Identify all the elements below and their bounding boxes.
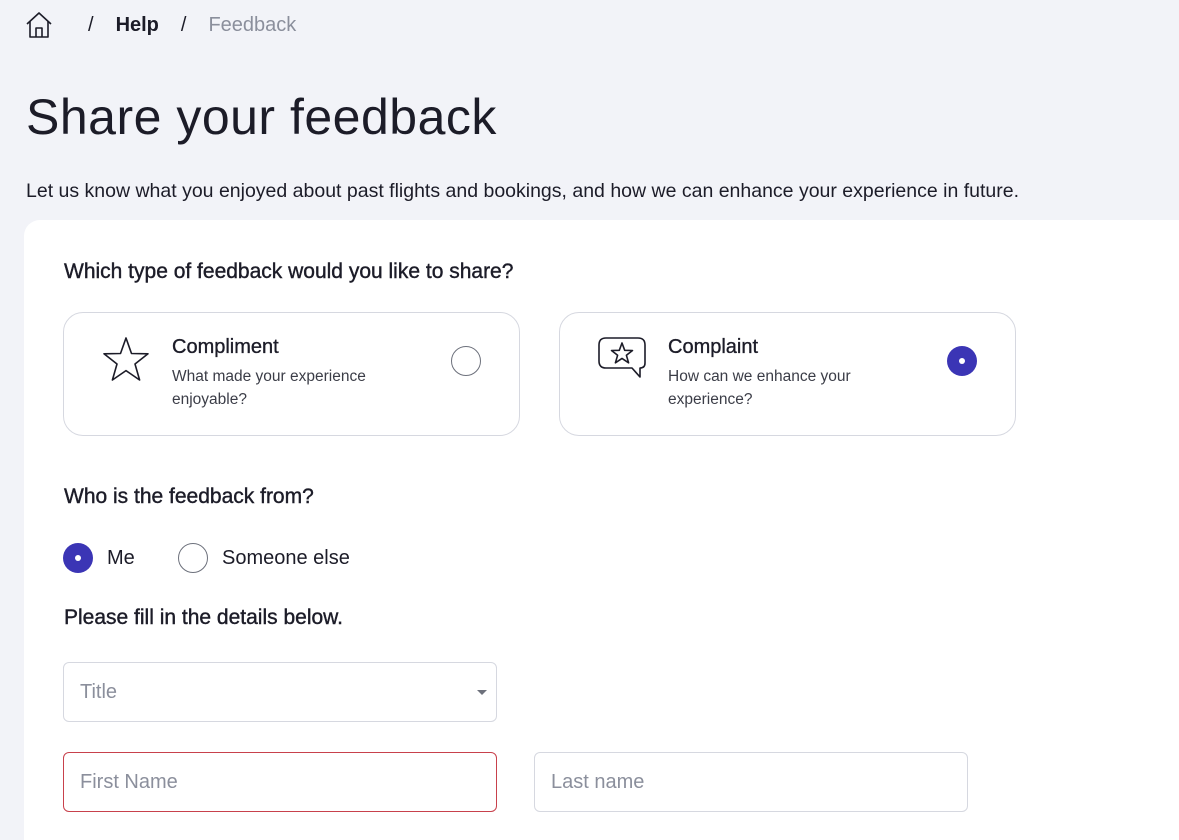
complaint-title: Complaint xyxy=(668,336,759,358)
first-name-field-wrapper xyxy=(63,752,497,812)
breadcrumb-help-link[interactable]: Help xyxy=(116,14,159,37)
page-intro: Let us know what you enjoyed about past … xyxy=(26,180,1019,202)
compliment-option-card[interactable]: Compliment What made your experience enj… xyxy=(63,312,520,436)
from-someone-else-radio[interactable] xyxy=(178,543,208,573)
from-someone-else-option[interactable]: Someone else xyxy=(178,542,350,574)
feedback-from-heading: Who is the feedback from? xyxy=(64,485,314,508)
last-name-input[interactable] xyxy=(535,753,967,811)
from-me-option[interactable]: Me xyxy=(63,542,135,574)
star-icon xyxy=(100,335,152,385)
speech-bubble-star-icon xyxy=(596,335,648,385)
breadcrumb: / Help / Feedback xyxy=(24,8,296,42)
from-me-radio[interactable] xyxy=(63,543,93,573)
complaint-option-card[interactable]: Complaint How can we enhance your experi… xyxy=(559,312,1016,436)
breadcrumb-current: Feedback xyxy=(208,13,297,36)
from-someone-else-label: Someone else xyxy=(222,546,350,569)
feedback-form-panel: Which type of feedback would you like to… xyxy=(24,220,1179,840)
complaint-radio[interactable] xyxy=(947,346,977,376)
title-select-placeholder: Title xyxy=(80,681,118,703)
title-select[interactable]: Title xyxy=(63,662,497,722)
breadcrumb-separator: / xyxy=(180,13,187,36)
feedback-type-heading: Which type of feedback would you like to… xyxy=(64,260,514,283)
home-icon[interactable] xyxy=(24,8,54,42)
caret-down-icon xyxy=(477,690,487,695)
complaint-description: How can we enhance your experience? xyxy=(668,368,851,408)
first-name-input[interactable] xyxy=(64,753,496,811)
from-me-label: Me xyxy=(107,546,135,569)
compliment-radio[interactable] xyxy=(451,346,481,376)
compliment-description: What made your experience enjoyable? xyxy=(172,368,366,408)
breadcrumb-separator: / xyxy=(88,13,94,36)
compliment-title: Compliment xyxy=(172,336,279,358)
page-title: Share your feedback xyxy=(26,89,497,145)
last-name-field-wrapper xyxy=(534,752,968,812)
details-heading: Please fill in the details below. xyxy=(64,606,343,629)
